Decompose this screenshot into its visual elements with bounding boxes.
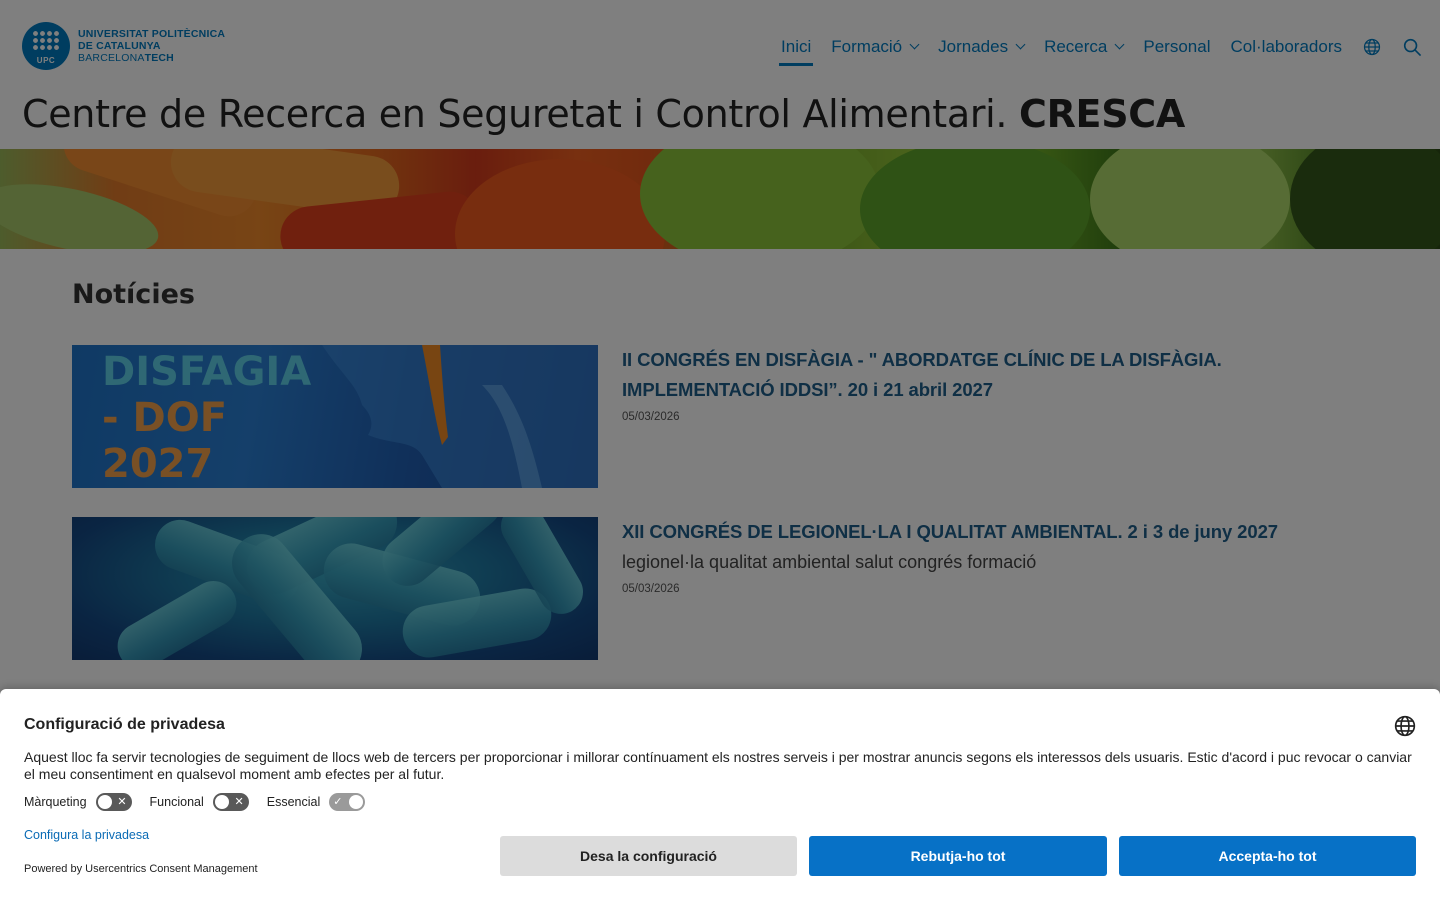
site-title-prefix: Centre de Recerca en Seguretat i Control…	[22, 92, 1019, 136]
toggle-marketing: Màrqueting ✕	[24, 793, 132, 811]
powered-by-text: Powered by Usercentrics Consent Manageme…	[24, 863, 258, 875]
nav-item-label: Personal	[1143, 37, 1211, 56]
banner-vegetable-shape	[640, 149, 880, 249]
section-title-news: Notícies	[72, 279, 195, 310]
news-title[interactable]: XII CONGRÉS DE LEGIONEL·LA I QUALITAT AM…	[622, 517, 1342, 547]
logo-dots-icon	[32, 30, 60, 52]
nav-item-formacio[interactable]: Formació	[831, 28, 920, 66]
reject-all-button[interactable]: Rebutja-ho tot	[809, 836, 1107, 876]
news-tags: legionel·la qualitat ambiental salut con…	[622, 552, 1037, 572]
accept-all-button[interactable]: Accepta-ho tot	[1119, 836, 1416, 876]
nav-item-label: Recerca	[1044, 37, 1108, 56]
globe-icon[interactable]	[1362, 37, 1382, 57]
close-icon: ✕	[117, 796, 127, 808]
chevron-down-icon	[909, 39, 920, 50]
news-image[interactable]	[72, 517, 598, 660]
configure-privacy-link[interactable]: Configura la privadesa	[24, 828, 149, 842]
banner-vegetable-shape	[1090, 149, 1290, 249]
news-image-text-line-2: - DOF	[102, 395, 228, 441]
news-image-text-line-1: DISFAGIA	[102, 349, 312, 395]
nav-item-col-laboradors[interactable]: Col·laboradors	[1231, 28, 1343, 66]
upc-logo-badge: UPC	[22, 22, 70, 70]
logo-line-3: BARCELONATECH	[78, 52, 225, 64]
close-icon: ✕	[234, 796, 244, 808]
news-body: XII CONGRÉS DE LEGIONEL·LA I QUALITAT AM…	[622, 517, 1342, 660]
functional-switch[interactable]: ✕	[212, 793, 249, 811]
site-header: UPC UNIVERSITAT POLITÈCNICA DE CATALUNYA…	[0, 0, 1440, 136]
logo-wordmark: UNIVERSITAT POLITÈCNICA DE CATALUNYA BAR…	[78, 28, 225, 64]
banner-vegetable-shape	[860, 149, 1090, 249]
toggle-essential: Essencial ✓	[267, 793, 366, 811]
banner-vegetable-shape	[1290, 149, 1440, 249]
news-date: 05/03/2026	[622, 411, 680, 423]
switch-knob	[214, 795, 229, 809]
toggle-label: Funcional	[149, 795, 204, 809]
check-icon: ✓	[333, 796, 343, 808]
main-nav: Inici Formació Jornades Recerca Personal…	[761, 28, 1422, 66]
nav-item-label: Jornades	[938, 37, 1009, 56]
banner-vegetable-shape	[455, 159, 665, 249]
chevron-down-icon	[1114, 39, 1125, 50]
consent-toggles: Màrqueting ✕ Funcional ✕ Essencial ✓	[24, 793, 383, 811]
marketing-switch[interactable]: ✕	[95, 793, 132, 811]
logo-line-1: UNIVERSITAT POLITÈCNICA	[78, 28, 226, 40]
nav-item-jornades[interactable]: Jornades	[938, 28, 1026, 66]
nav-item-personal[interactable]: Personal	[1143, 28, 1210, 66]
news-image-text-line-3: 2027	[102, 441, 214, 487]
toggle-label: Màrqueting	[24, 795, 87, 809]
news-item[interactable]: XII CONGRÉS DE LEGIONEL·LA I QUALITAT AM…	[72, 517, 1372, 660]
head-silhouette-illustration	[322, 345, 598, 488]
nav-item-label: Inici	[781, 37, 812, 56]
essential-switch[interactable]: ✓	[329, 793, 366, 811]
switch-knob	[97, 795, 112, 809]
toggle-functional: Funcional ✕	[150, 793, 249, 811]
nav-item-label: Col·laboradors	[1230, 37, 1343, 56]
site-title-acronym: CRESCA	[1018, 92, 1185, 136]
upc-logo[interactable]: UPC UNIVERSITAT POLITÈCNICA DE CATALUNYA…	[22, 22, 225, 70]
bacteria-shape	[109, 572, 245, 660]
logo-badge-text: UPC	[36, 56, 56, 65]
switch-knob	[349, 795, 364, 809]
nav-item-inici[interactable]: Inici	[779, 28, 814, 66]
save-settings-button[interactable]: Desa la configuració	[500, 836, 797, 876]
toggle-label: Essencial	[266, 795, 321, 809]
search-icon[interactable]	[1402, 37, 1422, 57]
hero-banner-image	[0, 149, 1440, 249]
site-title: Centre de Recerca en Seguretat i Control…	[22, 92, 1185, 136]
nav-item-label: Formació	[831, 37, 903, 56]
news-body: II CONGRÉS EN DISFÀGIA - " ABORDATGE CLÍ…	[622, 345, 1342, 488]
news-title[interactable]: II CONGRÉS EN DISFÀGIA - " ABORDATGE CLÍ…	[622, 345, 1342, 405]
news-item[interactable]: DISFAGIA - DOF 2027 II CONGRÉS EN DISFÀG…	[72, 345, 1372, 488]
consent-description: Aquest lloc fa servir tecnologies de seg…	[24, 749, 1412, 782]
logo-line-3-prefix: BARCELONA	[78, 52, 145, 64]
news-image[interactable]: DISFAGIA - DOF 2027	[72, 345, 598, 488]
news-date: 05/03/2026	[622, 583, 680, 595]
language-globe-icon[interactable]	[1394, 715, 1416, 737]
privacy-consent-banner: Configuració de privadesa Aquest lloc fa…	[0, 689, 1440, 900]
logo-line-3-bold: TECH	[144, 52, 174, 64]
nav-item-recerca[interactable]: Recerca	[1044, 28, 1125, 66]
consent-title: Configuració de privadesa	[24, 716, 225, 733]
chevron-down-icon	[1015, 39, 1026, 50]
logo-line-2: DE CATALUNYA	[78, 40, 161, 52]
